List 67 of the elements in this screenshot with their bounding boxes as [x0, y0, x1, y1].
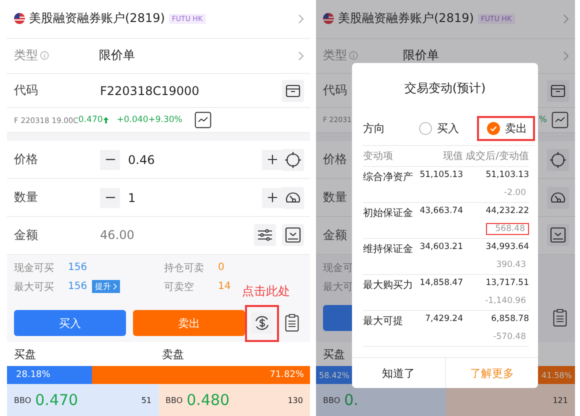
power-label: 现金可买: [14, 262, 55, 275]
field-label: 金额: [323, 226, 347, 244]
field-label: 类型: [323, 47, 347, 64]
table-cell-text: 34,603.21: [418, 242, 463, 254]
field-label: 类型: [14, 47, 38, 64]
power-label: 最大可买: [14, 280, 55, 294]
table-cell-text: -570.48: [492, 331, 527, 343]
dialog-title: 交易变动(预计): [403, 80, 487, 97]
percent-change: %: [538, 115, 547, 126]
column-header: 成交后/变动值: [464, 150, 529, 163]
power-value: 14: [218, 281, 231, 292]
power-label: 现金可: [323, 262, 353, 275]
power-label: 持仓可卖: [164, 262, 205, 275]
field-label: 价格: [323, 151, 347, 168]
power-label: 最大可: [323, 280, 353, 294]
power-value: 156: [68, 281, 88, 292]
table-cell-text: 13,717.51: [484, 278, 529, 290]
column-header: 现值: [442, 150, 463, 163]
bbo-tag: BBO: [14, 396, 32, 405]
bid-percent: 58.42%: [319, 370, 350, 380]
ask-percent: 71.82%: [270, 370, 304, 380]
table-cell-text: 44,232.22: [484, 206, 529, 218]
ask-size: 130: [288, 396, 303, 405]
bbo-tag: BBO: [323, 396, 340, 405]
table-cell: 568.48: [486, 223, 529, 235]
table-cell-text: 维持保证金: [363, 242, 414, 256]
table-cell-text: 14,858.47: [418, 278, 463, 290]
table-cell-text: 综合净资产: [363, 170, 414, 184]
table-cell-text: -2.00: [503, 187, 527, 199]
field-label: 代码: [323, 82, 347, 100]
price-change: +0.040: [116, 115, 148, 126]
field-label: 数量: [14, 189, 39, 206]
table-cell-text: 初始保证金: [363, 206, 414, 220]
annotation-text: 点击此处: [242, 282, 290, 300]
table-cell-text: 390.43: [495, 259, 527, 271]
table-cell-text: 51,105.13: [418, 170, 463, 182]
table-cell-text: 最大可提: [363, 314, 404, 328]
column-header: 变动项: [363, 150, 394, 163]
last-price: 0.470: [78, 115, 103, 126]
table-cell-text: 51,103.13: [484, 170, 529, 182]
power-value: 0: [218, 262, 224, 274]
table-cell-text: -1,140.96: [484, 295, 527, 307]
bid-price: 0.: [344, 391, 358, 410]
field-label: 代码: [14, 82, 39, 100]
table-cell-text: 34,993.64: [484, 242, 529, 254]
bbo-tag: BBO: [166, 396, 183, 405]
amount-value: 46.00: [100, 228, 136, 242]
ask-side-label: 卖盘: [162, 346, 185, 362]
ask-price: 0.480: [186, 391, 230, 410]
direction-label: 方向: [363, 120, 386, 136]
table-cell-text: 7,429.24: [424, 314, 463, 326]
bid-side-label: 买盘: [323, 346, 346, 362]
percent-change: +9.30%: [148, 115, 182, 126]
power-value: 156: [68, 262, 88, 274]
table-cell-text: 6,858.78: [490, 314, 529, 326]
table-cell-text: 最大购买力: [363, 278, 414, 292]
ask-percent: 41.58%: [541, 370, 572, 380]
field-label: 价格: [14, 151, 39, 168]
bid-side-label: 买盘: [14, 346, 37, 362]
bid-percent: 28.18%: [16, 370, 50, 380]
field-label: 数量: [323, 189, 347, 206]
power-label: 可卖空: [164, 280, 195, 294]
bid-size: 51: [141, 396, 152, 405]
bid-price: 0.470: [35, 391, 78, 410]
field-label: 金额: [14, 226, 39, 244]
ask-size: 121: [552, 396, 568, 405]
table-cell-text: 43,663.74: [418, 206, 463, 218]
